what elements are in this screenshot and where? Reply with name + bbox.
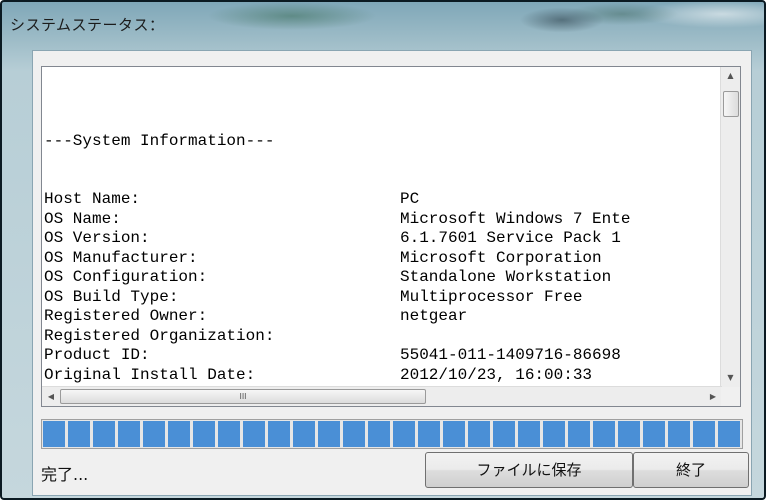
info-label: OS Name: — [44, 209, 121, 228]
info-row: OS Name: Microsoft Windows 7 Ente — [44, 210, 722, 230]
progress-bar — [41, 419, 743, 449]
info-row: Registered Owner: netgear — [44, 307, 722, 327]
info-rows: Host Name: PC OS Name: Microsoft Windows 7 … — [44, 171, 722, 387]
info-value: Microsoft Corporation — [400, 248, 602, 267]
info-value: Microsoft Windows 7 Ente — [400, 209, 631, 228]
system-info-textbox[interactable]: ---System Information--- Host Name: PC OS … — [41, 66, 741, 407]
progress-fill — [43, 421, 741, 447]
scroll-left-arrow-icon[interactable]: ◀ — [42, 387, 60, 406]
status-text: 完了... — [41, 465, 89, 484]
info-value: 2012/10/23, 16:00:33 — [400, 365, 593, 384]
info-value: PC — [400, 190, 420, 208]
info-row: Host Name: PC — [44, 190, 722, 210]
info-label: Original Install Date: — [44, 365, 256, 384]
info-label: OS Manufacturer: — [44, 248, 198, 267]
exit-button[interactable]: 終了 — [633, 452, 749, 488]
vertical-scroll-thumb[interactable] — [723, 91, 739, 117]
info-label: Host Name: — [44, 190, 141, 208]
info-row: Registered Organization: — [44, 327, 722, 347]
scroll-right-arrow-icon[interactable]: ▶ — [704, 387, 722, 406]
info-label: OS Version: — [44, 229, 150, 247]
scroll-up-arrow-icon[interactable]: ▲ — [721, 67, 740, 85]
info-header: ---System Information--- — [44, 131, 275, 150]
horizontal-scroll-thumb[interactable]: III — [60, 389, 426, 404]
save-to-file-button[interactable]: ファイルに保存 — [425, 452, 633, 488]
info-label: Registered Organization: — [44, 326, 275, 345]
info-label: OS Build Type: — [44, 287, 179, 306]
info-row: OS Version: 6.1.7601 Service Pack 1 — [44, 229, 722, 249]
info-value: 55041-011-1409716-86698 — [400, 346, 621, 364]
scroll-down-arrow-icon[interactable]: ▼ — [721, 369, 740, 387]
info-value: Multiprocessor Free — [400, 287, 583, 306]
info-value: Standalone Workstation — [400, 268, 612, 286]
vertical-scrollbar[interactable]: ▲ ▼ — [720, 67, 740, 387]
window-title: システムステータス： — [10, 16, 165, 34]
info-row — [44, 171, 722, 191]
info-label: Registered Owner: — [44, 307, 208, 325]
info-row: Original Install Date: 2012/10/23, 16:00:… — [44, 366, 722, 386]
scrollbar-corner — [721, 387, 740, 406]
info-row: OS Manufacturer: Microsoft Corporation — [44, 249, 722, 269]
info-row: OS Build Type: Multiprocessor Free — [44, 288, 722, 308]
system-info-text[interactable]: ---System Information--- Host Name: PC OS … — [42, 67, 722, 388]
info-value: netgear — [400, 307, 468, 325]
horizontal-scrollbar[interactable]: ◀ III ▶ — [42, 386, 722, 406]
scroll-thumb-grip: III — [239, 392, 247, 401]
info-row: Product ID: 55041-011-1409716-86698 — [44, 346, 722, 366]
info-value: 6.1.7601 Service Pack 1 — [400, 229, 621, 247]
dialog-client-area: ---System Information--- Host Name: PC OS … — [32, 50, 752, 496]
system-status-window: システムステータス： ---System Information--- Host… — [0, 0, 766, 500]
info-header-row: ---System Information--- — [44, 112, 722, 150]
info-label: OS Configuration: — [44, 268, 208, 286]
info-row: OS Configuration: Standalone Workstation — [44, 268, 722, 288]
info-label: Product ID: — [44, 346, 150, 364]
